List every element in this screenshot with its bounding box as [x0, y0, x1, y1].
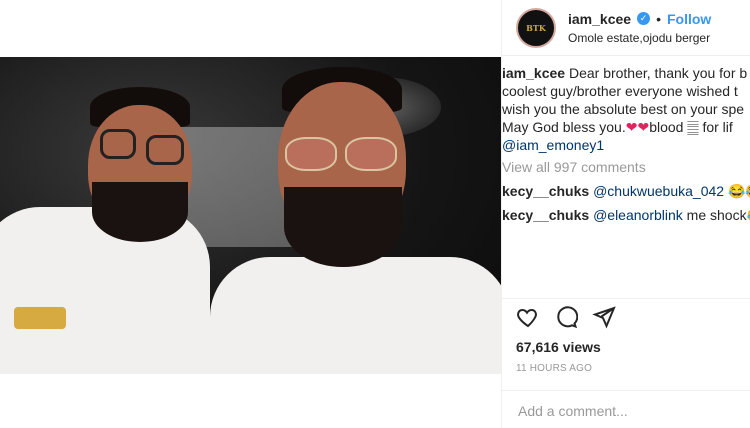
comment-username[interactable]: kecy__chuks: [502, 183, 589, 199]
caption-text-line3: wish you the absolute best on your spe: [502, 101, 745, 117]
post-actions: 67,616 views 11 HOURS AGO: [502, 298, 750, 374]
comment-text: 😂😂: [727, 183, 750, 199]
caption-text-line2: coolest guy/brother everyone wished t: [502, 83, 738, 99]
avatar[interactable]: BTK: [516, 7, 556, 48]
comment-item: kecy__chuks @chukwuebuka_042 😂😂: [502, 182, 750, 200]
verified-badge-icon: ✓: [637, 12, 651, 25]
caption-text-line4c: for lif: [702, 119, 733, 135]
follow-button[interactable]: Follow: [667, 11, 711, 27]
barcode-emoji-icon: 𝄛: [687, 119, 699, 135]
post-caption: iam_kcee Dear brother, thank you for b c…: [502, 64, 750, 154]
username-link[interactable]: iam_kcee: [568, 11, 631, 27]
glasses-left-lens1: [100, 129, 136, 159]
post-media[interactable]: [0, 0, 501, 428]
location-link[interactable]: Omole estate,ojodu berger: [568, 31, 711, 45]
separator-dot: •: [656, 10, 661, 27]
gold-watch: [14, 307, 66, 329]
comment-username[interactable]: kecy__chuks: [502, 207, 589, 223]
sunglasses-right-lens1: [285, 137, 337, 171]
heart-icon[interactable]: [516, 305, 540, 334]
caption-text-line4a: May God bless you.: [502, 119, 626, 135]
post-timestamp[interactable]: 11 HOURS AGO: [516, 363, 750, 374]
glasses-left-lens2: [146, 135, 184, 165]
comment-icon[interactable]: [554, 305, 579, 334]
view-count[interactable]: 67,616 views: [516, 339, 750, 355]
post-sidebar: BTK iam_kcee ✓ • Follow Omole estate,ojo…: [501, 0, 750, 428]
post-photo[interactable]: [0, 57, 501, 374]
view-all-comments-link[interactable]: View all 997 comments: [502, 158, 750, 176]
beard-right: [284, 187, 402, 267]
comment-mention[interactable]: @eleanorblink: [593, 207, 683, 223]
caption-text-line1: Dear brother, thank you for b: [568, 65, 748, 81]
add-comment-input[interactable]: Add a comment...: [502, 390, 750, 428]
caption-mention[interactable]: @iam_emoney1: [502, 136, 750, 154]
comments-section[interactable]: iam_kcee Dear brother, thank you for b c…: [502, 64, 750, 294]
comment-text: me shock😂: [686, 207, 750, 223]
beard-left: [92, 182, 188, 242]
shirt-right: [210, 257, 501, 374]
caption-text-line4b: blood: [649, 119, 684, 135]
avatar-logo-text: BTK: [526, 22, 546, 33]
share-icon[interactable]: [592, 305, 616, 334]
comment-mention[interactable]: @chukwuebuka_042: [593, 183, 724, 199]
sunglasses-right-lens2: [345, 137, 397, 171]
post-header: BTK iam_kcee ✓ • Follow Omole estate,ojo…: [502, 0, 750, 56]
comment-item: kecy__chuks @eleanorblink me shock😂: [502, 206, 750, 224]
heart-emoji-icon: ❤❤: [625, 119, 650, 135]
caption-username[interactable]: iam_kcee: [502, 65, 565, 81]
